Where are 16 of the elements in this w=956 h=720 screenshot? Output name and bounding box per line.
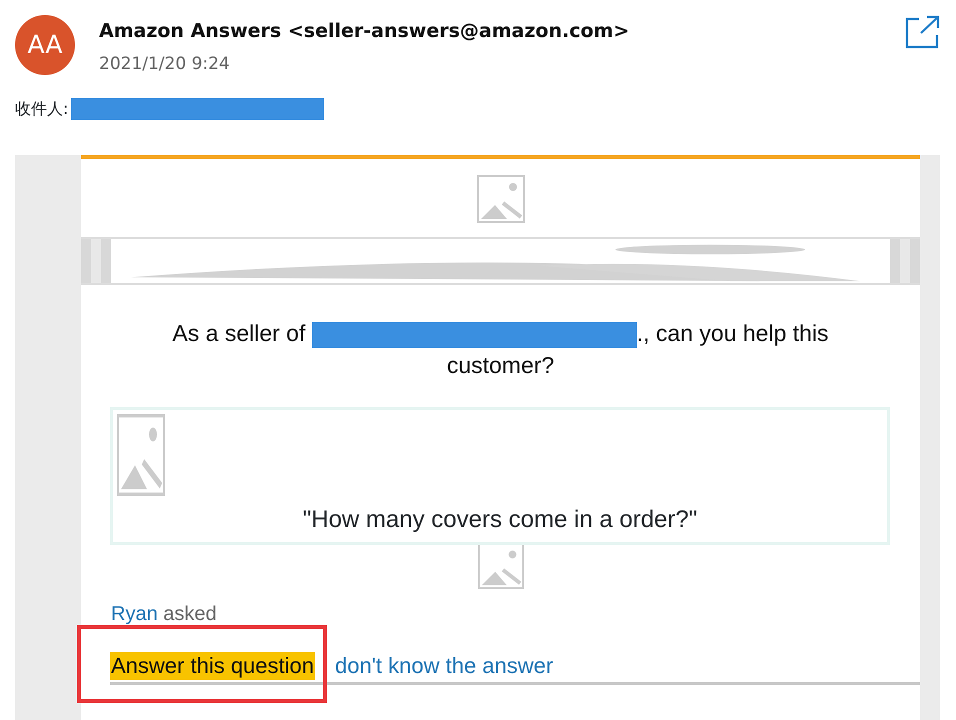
sender-name: Amazon Answers <seller-answers@amazon.com> [99, 19, 630, 44]
asked-label: asked [163, 603, 217, 625]
question-intro-text: As a seller of [172, 320, 306, 346]
image-placeholder-icon [476, 175, 524, 223]
question-intro-text: customer? [446, 352, 554, 378]
date-text: 2021/1/20 9:24 [99, 52, 231, 76]
recipient-label: 收件人: [15, 98, 68, 120]
question-text: "How many covers come in a order?" [302, 505, 698, 535]
decline-link[interactable]: don't know the answer [335, 649, 554, 682]
pop-out-icon[interactable] [905, 15, 941, 49]
answer-button[interactable]: Answer this question [110, 652, 315, 680]
question-intro-text: ., can you help this [636, 320, 829, 346]
image-placeholder-icon [117, 414, 165, 496]
avatar: AA [15, 15, 75, 75]
image-placeholder-icon [478, 543, 524, 589]
asker-link[interactable]: Ryan [111, 603, 158, 625]
